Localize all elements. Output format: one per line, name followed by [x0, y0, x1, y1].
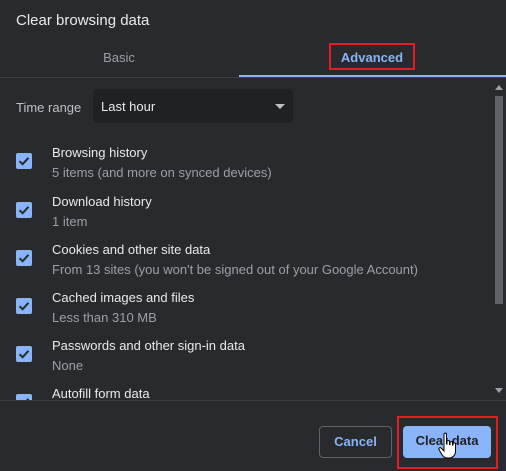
checkmark-icon: [18, 302, 30, 311]
checkbox-cached-images[interactable]: [16, 298, 32, 314]
option-cached-images[interactable]: Cached images and files Less than 310 MB: [0, 290, 490, 338]
cancel-button[interactable]: Cancel: [319, 426, 392, 458]
hand-cursor-icon: [438, 432, 456, 459]
checkbox-download-history[interactable]: [16, 202, 32, 218]
checkmark-icon: [18, 157, 30, 166]
checkmark-icon: [18, 206, 30, 215]
checkbox-browsing-history[interactable]: [16, 153, 32, 169]
dropdown-caret-icon: [275, 104, 285, 109]
checkbox-passwords[interactable]: [16, 346, 32, 362]
option-title: Autofill form data: [52, 386, 150, 400]
option-autofill[interactable]: Autofill form data: [0, 386, 490, 400]
scrollbar[interactable]: [492, 78, 506, 400]
footer-divider: [0, 400, 506, 401]
option-cookies[interactable]: Cookies and other site data From 13 site…: [0, 242, 490, 290]
time-range-select[interactable]: Last hour: [93, 89, 293, 123]
option-title: Cached images and files: [52, 290, 195, 305]
checkmark-icon: [18, 350, 30, 359]
scroll-up-arrow-icon[interactable]: [495, 85, 503, 90]
option-title: Download history: [52, 194, 152, 209]
advanced-tab-highlight: [329, 43, 415, 70]
active-tab-underline: [239, 75, 506, 77]
time-range-label: Time range: [16, 100, 82, 115]
option-passwords[interactable]: Passwords and other sign-in data None: [0, 338, 490, 386]
option-download-history[interactable]: Download history 1 item: [0, 194, 490, 242]
option-subtitle: From 13 sites (you won't be signed out o…: [52, 262, 418, 277]
option-title: Cookies and other site data: [52, 242, 211, 257]
options-list[interactable]: Time range Last hour Browsing history 5 …: [0, 78, 506, 400]
option-subtitle: Less than 310 MB: [52, 310, 157, 325]
time-range-value: Last hour: [101, 99, 156, 114]
option-subtitle: None: [52, 358, 84, 373]
option-title: Browsing history: [52, 145, 148, 160]
scroll-down-arrow-icon[interactable]: [495, 388, 503, 393]
option-browsing-history[interactable]: Browsing history 5 items (and more on sy…: [0, 145, 490, 193]
checkmark-icon: [18, 254, 30, 263]
checkbox-cookies[interactable]: [16, 250, 32, 266]
option-title: Passwords and other sign-in data: [52, 338, 245, 353]
scroll-thumb[interactable]: [495, 96, 503, 304]
dialog-title: Clear browsing data: [16, 12, 150, 29]
option-subtitle: 5 items (and more on synced devices): [52, 165, 272, 180]
option-subtitle: 1 item: [52, 214, 88, 229]
tab-basic[interactable]: Basic: [0, 38, 238, 77]
